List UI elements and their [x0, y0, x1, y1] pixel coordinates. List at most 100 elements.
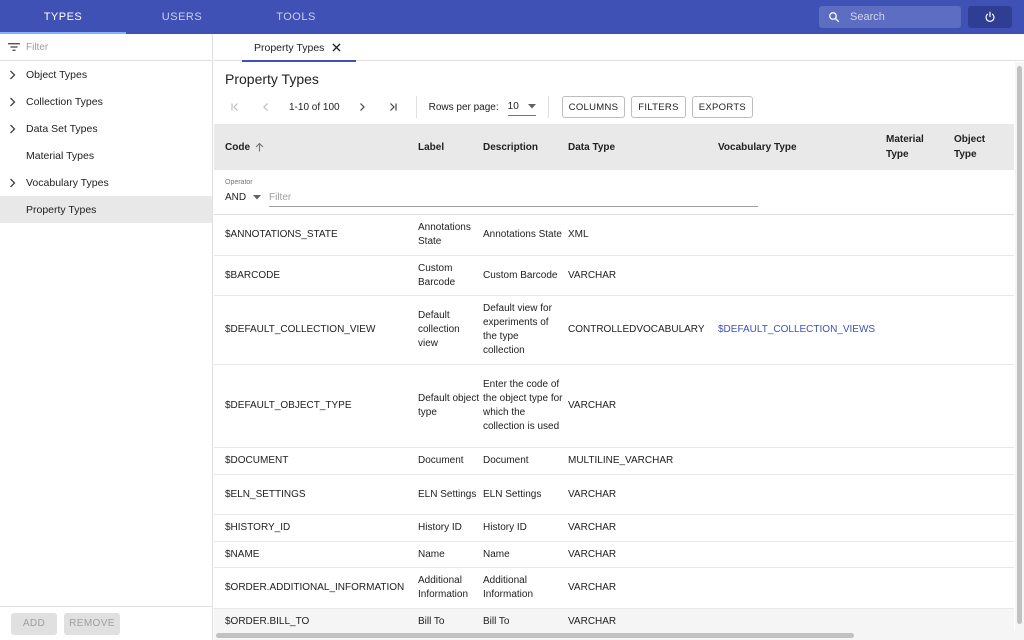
chevron-right-icon[interactable]	[9, 124, 19, 134]
vocabulary-link[interactable]: $DEFAULT_COLLECTION_VIEWS	[718, 296, 888, 364]
cell-data-type: XML	[568, 229, 589, 240]
sidebar-actions: ADD REMOVE	[0, 606, 212, 640]
cell-data-type: VARCHAR	[568, 582, 617, 593]
cell-data-type: VARCHAR	[568, 548, 617, 560]
column-header-data-type[interactable]: Data Type	[568, 124, 615, 170]
next-page-button[interactable]	[351, 96, 373, 118]
cell-code: $ELN_SETTINGS	[225, 488, 306, 500]
last-page-button[interactable]	[382, 96, 404, 118]
power-icon	[985, 11, 995, 22]
add-button[interactable]: ADD	[11, 612, 57, 635]
cell-description: Enter the code of the object type for wh…	[483, 379, 563, 432]
first-page-button[interactable]	[224, 96, 246, 118]
tab-tools[interactable]: TOOLS	[238, 0, 354, 34]
column-header-vocabulary-type[interactable]: Vocabulary Type	[718, 124, 797, 170]
table-row[interactable]: $ORDER.ADDITIONAL_INFORMATION Additional…	[214, 568, 1014, 609]
table-row[interactable]: $DEFAULT_OBJECT_TYPE Default object type…	[214, 365, 1014, 448]
global-filter-input[interactable]	[269, 188, 758, 207]
cell-label: Custom Barcode	[418, 262, 456, 288]
cell-data-type: VARCHAR	[568, 400, 617, 411]
column-header-code[interactable]: Code	[225, 124, 264, 170]
sidebar-item-material-types[interactable]: Material Types	[0, 142, 212, 169]
cell-description: Document	[483, 455, 529, 466]
column-header-object-type[interactable]: Object Type	[954, 124, 1004, 170]
sidebar-item-vocabulary-types[interactable]: Vocabulary Types	[0, 169, 212, 196]
last-page-icon	[389, 103, 397, 111]
cell-code: $ANNOTATIONS_STATE	[225, 229, 338, 240]
property-types-table: Code Label Description Data Type Vocabul…	[214, 124, 1014, 636]
chevron-right-icon	[359, 103, 365, 111]
chevron-right-icon[interactable]	[9, 70, 19, 80]
exports-button[interactable]: EXPORTS	[691, 96, 754, 118]
cell-data-type: MULTILINE_VARCHAR	[568, 455, 674, 466]
cell-description: Annotations State	[483, 229, 562, 240]
cell-code: $DEFAULT_COLLECTION_VIEW	[225, 324, 376, 335]
sidebar-item-collection-types[interactable]: Collection Types	[0, 88, 212, 115]
search-icon	[829, 12, 840, 23]
column-header-material-type[interactable]: Material Type	[886, 124, 946, 170]
app-bar: TYPES USERS TOOLS	[0, 0, 1024, 34]
chevron-right-icon[interactable]	[9, 97, 19, 107]
search-box[interactable]	[819, 6, 961, 28]
table-row[interactable]: $DEFAULT_COLLECTION_VIEW Default collect…	[214, 296, 1014, 365]
vertical-scrollbar-thumb[interactable]	[1017, 66, 1022, 624]
table-row[interactable]: $ANNOTATIONS_STATE Annotations State Ann…	[214, 215, 1014, 256]
cell-description: Name	[483, 548, 510, 560]
sidebar-item-label: Vocabulary Types	[26, 176, 109, 189]
toolbar-divider	[415, 96, 417, 118]
sidebar-item-data-set-types[interactable]: Data Set Types	[0, 115, 212, 142]
remove-button[interactable]: REMOVE	[64, 612, 120, 635]
caret-down-icon	[253, 195, 261, 200]
horizontal-scrollbar[interactable]	[214, 630, 1015, 640]
sort-ascending-icon	[255, 142, 264, 152]
cell-description: Custom Barcode	[483, 269, 558, 281]
sidebar-item-object-types[interactable]: Object Types	[0, 61, 212, 88]
operator-select[interactable]: AND	[225, 189, 261, 206]
caret-down-icon	[527, 104, 536, 109]
table-row[interactable]: $BARCODE Custom Barcode Custom Barcode V…	[214, 256, 1014, 296]
cell-data-type: VARCHAR	[568, 269, 617, 281]
cell-data-type: VARCHAR	[568, 522, 617, 533]
cell-code: $ORDER.ADDITIONAL_INFORMATION	[225, 582, 405, 593]
close-icon[interactable]	[332, 43, 341, 52]
table-row[interactable]: $ELN_SETTINGS ELN Settings ELN Settings …	[214, 475, 1014, 515]
column-header-description[interactable]: Description	[483, 124, 538, 170]
cell-code: $HISTORY_ID	[225, 522, 291, 533]
column-header-label: Code	[225, 141, 250, 153]
page-title: Property Types	[225, 71, 319, 87]
operator-value: AND	[225, 192, 247, 203]
table-row[interactable]: $DOCUMENT Document Document MULTILINE_VA…	[214, 448, 1014, 475]
toolbar-divider	[547, 96, 549, 118]
cell-label: Default object type	[418, 393, 480, 418]
tab-types[interactable]: TYPES	[0, 0, 126, 34]
search-input[interactable]	[850, 11, 950, 23]
rows-per-page-label: Rows per page:	[428, 101, 499, 113]
content-tab-property-types[interactable]: Property Types	[242, 34, 356, 62]
vertical-scrollbar[interactable]	[1015, 62, 1024, 640]
column-header-label[interactable]: Label	[418, 124, 444, 170]
horizontal-scrollbar-thumb[interactable]	[216, 633, 854, 638]
previous-page-button[interactable]	[255, 96, 277, 118]
chevron-right-icon[interactable]	[9, 178, 19, 188]
columns-button[interactable]: COLUMNS	[561, 96, 626, 118]
cell-description: History ID	[483, 522, 527, 533]
sidebar-item-label: Material Types	[26, 149, 95, 162]
sidebar-filter-input[interactable]	[26, 41, 196, 53]
tab-users[interactable]: USERS	[126, 0, 238, 34]
cell-label: Default collection view	[418, 310, 460, 349]
table-row[interactable]: $HISTORY_ID History ID History ID VARCHA…	[214, 515, 1014, 542]
cell-data-type: CONTROLLEDVOCABULARY	[568, 324, 705, 335]
sidebar-item-property-types[interactable]: Property Types	[0, 196, 212, 223]
sidebar-item-label: Data Set Types	[26, 122, 98, 135]
table-row[interactable]: $NAME Name Name VARCHAR	[214, 542, 1014, 568]
cell-code: $BARCODE	[225, 269, 281, 281]
logout-button[interactable]	[968, 6, 1012, 28]
cell-description: ELN Settings	[483, 488, 542, 500]
content-tab-label: Property Types	[254, 41, 325, 54]
cell-label: Name	[418, 548, 445, 560]
rows-per-page-select[interactable]: 10	[507, 98, 536, 116]
cell-label: Additional Information	[418, 575, 469, 600]
sidebar-item-label: Property Types	[26, 203, 97, 216]
filters-button[interactable]: FILTERS	[631, 96, 686, 118]
cell-code: $DOCUMENT	[225, 455, 289, 466]
